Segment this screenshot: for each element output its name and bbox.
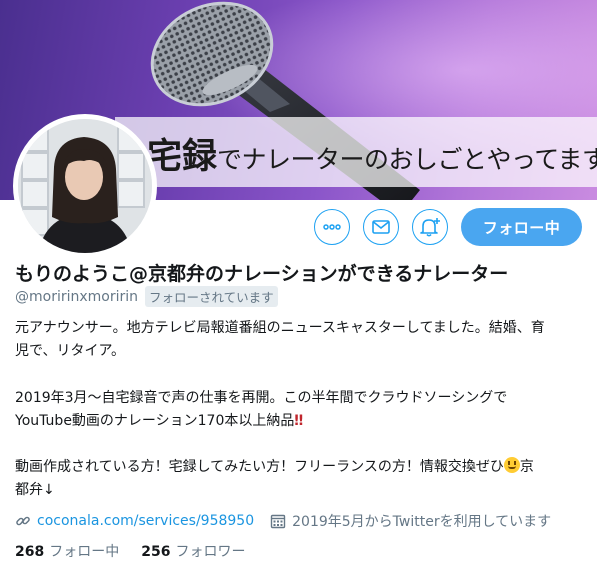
bio-line-with-emoji: 動画作成されている方！宅録してみたい方！フリーランスの方！情報交換ぜひ京 <box>15 456 585 479</box>
bio-line-with-emoji: YouTube動画のナレーション170本以上納品‼ <box>15 410 585 433</box>
following-label: フォロー中 <box>49 544 120 560</box>
bio-line: 都弁↓ <box>15 482 55 499</box>
following-stat[interactable]: 268 フォロー中 <box>15 541 119 561</box>
follows-you-badge: フォローされています <box>145 286 278 307</box>
avatar[interactable] <box>13 114 157 258</box>
avatar-photo <box>18 119 152 253</box>
bio-text: 動画作成されている方！宅録してみたい方！フリーランスの方！情報交換ぜひ <box>15 459 504 476</box>
profile-meta: coconala.com/services/958950 2019年5月からTw… <box>15 511 551 531</box>
follow-stats: 268 フォロー中 256 フォロワー <box>15 541 267 561</box>
bio-line <box>15 363 585 386</box>
calendar-icon <box>270 514 286 529</box>
following-button[interactable]: フォロー中 <box>461 208 582 246</box>
bio-text: YouTube動画のナレーション170本以上納品 <box>15 412 295 429</box>
profile-website-link[interactable]: coconala.com/services/958950 <box>37 513 254 529</box>
envelope-icon <box>372 220 390 234</box>
followers-label: フォロワー <box>175 544 246 560</box>
notifications-button[interactable] <box>412 209 448 245</box>
bio-line: 2019年3月〜自宅録音で声の仕事を再開。この半年間でクラウドソーシングで <box>15 389 508 406</box>
banner-caption-text: でナレーターのおしごとやってます <box>217 145 597 174</box>
bio-text: 京 <box>519 459 534 476</box>
banner-caption-kanji: 宅録 <box>147 136 218 177</box>
bio-line: 元アナウンサー。地方テレビ局報道番組のニュースキャスターしてました。結婚、育 <box>15 320 545 336</box>
handle-row: @moririnxmoririn フォローされています <box>15 286 278 307</box>
bell-plus-icon <box>420 218 440 237</box>
banner-caption: 宅録でナレーターのおしごとやってます <box>147 128 597 179</box>
followers-count: 256 <box>141 544 171 560</box>
link-icon <box>16 516 30 526</box>
followers-stat[interactable]: 256 フォロワー <box>141 541 245 561</box>
double-exclamation-emoji: ‼ <box>294 412 304 429</box>
joined-date: 2019年5月からTwitterを利用しています <box>292 514 552 530</box>
bio-line <box>15 433 585 456</box>
bio-line: 児で、リタイア。 <box>15 343 126 360</box>
following-count: 268 <box>15 544 45 560</box>
more-button[interactable] <box>314 209 350 245</box>
display-name: もりのようこ@京都弁のナレーションができるナレーター <box>15 263 509 285</box>
smiley-emoji-icon <box>503 457 520 474</box>
bio: 元アナウンサー。地方テレビ局報道番組のニュースキャスターしてました。結婚、育 児… <box>15 317 585 503</box>
message-button[interactable] <box>363 209 399 245</box>
handle: @moririnxmoririn <box>15 288 139 305</box>
more-horizontal-icon <box>323 224 341 230</box>
